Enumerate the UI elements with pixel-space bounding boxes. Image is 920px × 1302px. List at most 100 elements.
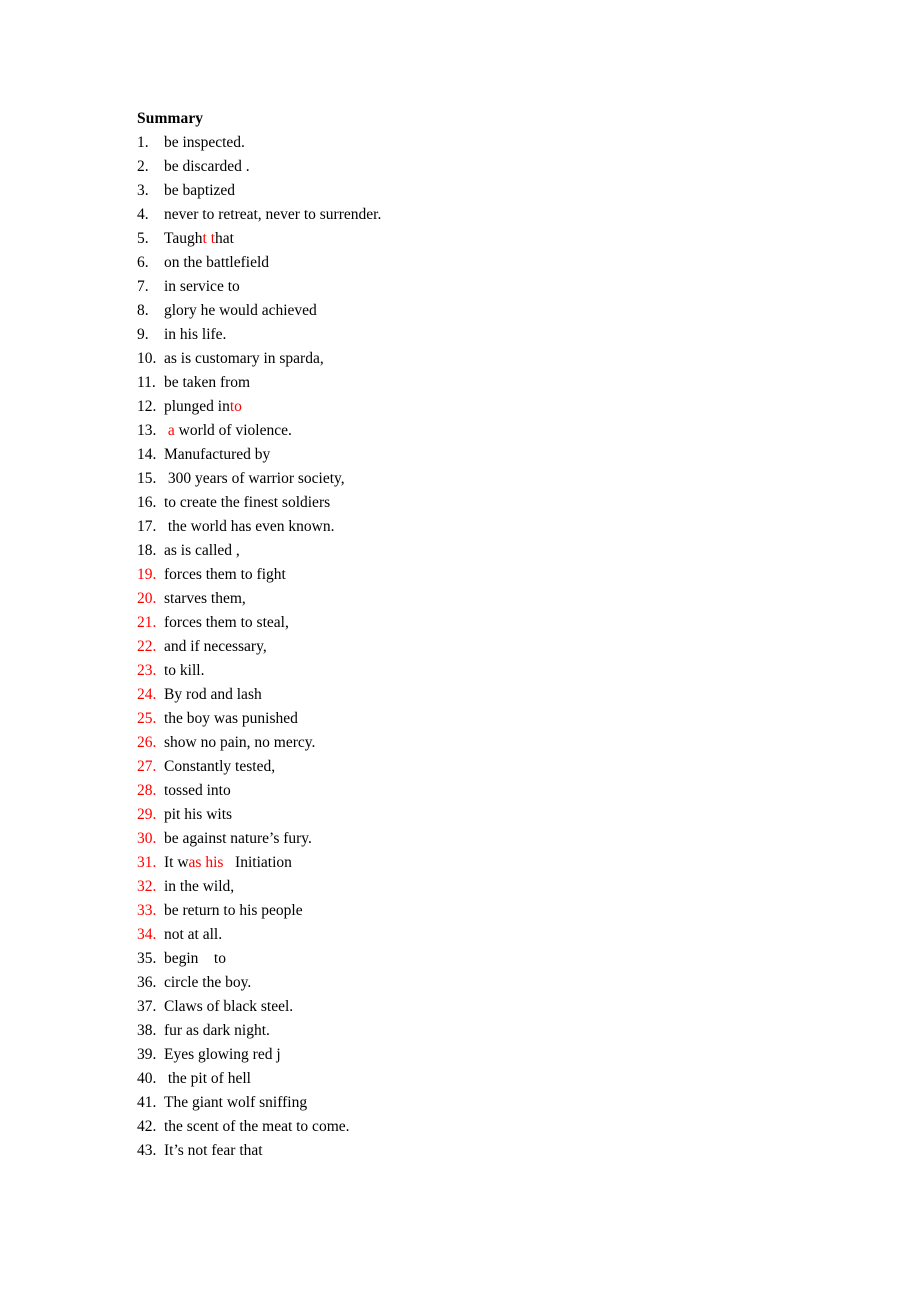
text-run: forces them to fight bbox=[164, 566, 286, 583]
text-run: the scent of the meat to come. bbox=[164, 1118, 350, 1135]
text-run: the boy was punished bbox=[164, 710, 298, 727]
list-item-text: be against nature’s fury. bbox=[164, 830, 312, 847]
list-item-text: the scent of the meat to come. bbox=[164, 1118, 350, 1135]
text-run: forces them to steal, bbox=[164, 614, 289, 631]
list-item-number: 22. bbox=[137, 638, 157, 655]
list-item: 18. as is called , bbox=[137, 539, 837, 563]
list-item: 28. tossed into bbox=[137, 779, 837, 803]
list-item: 21. forces them to steal, bbox=[137, 611, 837, 635]
text-run: be return to his people bbox=[164, 902, 303, 919]
list-item-number: 25. bbox=[137, 710, 157, 727]
list-item-number: 2. bbox=[137, 158, 149, 175]
list-item-number: 10. bbox=[137, 350, 157, 367]
list-item-number: 28. bbox=[137, 782, 157, 799]
document-body: Summary 1. be inspected. 2. be discarded . 3… bbox=[137, 107, 837, 1163]
text-run: as is customary in sparda, bbox=[164, 350, 324, 367]
list-item: 8. glory he would achieved bbox=[137, 299, 837, 323]
list-item-number: 3. bbox=[137, 182, 149, 199]
list-item: 1. be inspected. bbox=[137, 131, 837, 155]
list-item-text: Constantly tested, bbox=[164, 758, 275, 775]
list-item-number: 23. bbox=[137, 662, 157, 679]
summary-list: 1. be inspected. 2. be discarded . 3. be bapt… bbox=[137, 131, 837, 1163]
text-run: never to retreat, never to surrender. bbox=[164, 206, 382, 223]
list-item-text: in his life. bbox=[164, 326, 226, 343]
list-item: 39. Eyes glowing red j bbox=[137, 1043, 837, 1067]
list-item-number: 17. bbox=[137, 518, 157, 535]
list-item-text: forces them to steal, bbox=[164, 614, 289, 631]
list-item-number: 20. bbox=[137, 590, 157, 607]
list-item: 19. forces them to fight bbox=[137, 563, 837, 587]
list-item-number: 11. bbox=[137, 374, 156, 391]
text-run: in service to bbox=[164, 278, 240, 295]
text-run: on the battlefield bbox=[164, 254, 270, 271]
text-run: be against nature’s fury. bbox=[164, 830, 312, 847]
list-item-text: Taught that bbox=[164, 230, 234, 247]
list-item-number: 9. bbox=[137, 326, 149, 343]
list-item-number: 19. bbox=[137, 566, 157, 583]
list-item-number: 18. bbox=[137, 542, 157, 559]
list-item-number: 36. bbox=[137, 974, 157, 991]
list-item-number: 37. bbox=[137, 998, 157, 1015]
list-item-text: plunged into bbox=[164, 398, 242, 415]
list-item-text: forces them to fight bbox=[164, 566, 286, 583]
text-run: Eyes glowing red j bbox=[164, 1046, 281, 1063]
text-run: pit his wits bbox=[164, 806, 233, 823]
list-item: 34. not at all. bbox=[137, 923, 837, 947]
list-item: 33. be return to his people bbox=[137, 899, 837, 923]
list-item: 2. be discarded . bbox=[137, 155, 837, 179]
list-item-text: be taken from bbox=[164, 374, 250, 391]
text-run: t t bbox=[202, 230, 216, 247]
list-item-number: 27. bbox=[137, 758, 157, 775]
list-item-number: 32. bbox=[137, 878, 157, 895]
list-item-number: 40. bbox=[137, 1070, 157, 1087]
list-item-number: 12. bbox=[137, 398, 157, 415]
list-item-text: the pit of hell bbox=[164, 1070, 251, 1087]
list-item: 22. and if necessary, bbox=[137, 635, 837, 659]
list-item-number: 30. bbox=[137, 830, 157, 847]
list-item-text: a world of violence. bbox=[164, 422, 292, 439]
text-run: circle the boy. bbox=[164, 974, 252, 991]
text-run: a bbox=[164, 422, 175, 439]
list-item-text: be return to his people bbox=[164, 902, 303, 919]
list-item: 38. fur as dark night. bbox=[137, 1019, 837, 1043]
text-run: show no pain, no mercy. bbox=[164, 734, 316, 751]
list-item-number: 14. bbox=[137, 446, 157, 463]
text-run: in his life. bbox=[164, 326, 227, 343]
text-run: plunged in bbox=[164, 398, 230, 415]
text-run: in the wild, bbox=[164, 878, 235, 895]
list-item: 7. in service to bbox=[137, 275, 837, 299]
document-page: Summary 1. be inspected. 2. be discarded . 3… bbox=[0, 0, 920, 1302]
list-item-text: and if necessary, bbox=[164, 638, 267, 655]
list-item: 5. Taught that bbox=[137, 227, 837, 251]
list-item-number: 4. bbox=[137, 206, 149, 223]
list-item: 43. It’s not fear that bbox=[137, 1139, 837, 1163]
list-item: 3. be baptized bbox=[137, 179, 837, 203]
list-item: 14. Manufactured by bbox=[137, 443, 837, 467]
list-item-number: 29. bbox=[137, 806, 157, 823]
text-run: to kill. bbox=[164, 662, 205, 679]
list-item: 41. The giant wolf sniffing bbox=[137, 1091, 837, 1115]
list-item: 32. in the wild, bbox=[137, 875, 837, 899]
list-item-text: tossed into bbox=[164, 782, 231, 799]
text-run: hat bbox=[215, 230, 234, 247]
list-item-text: the boy was punished bbox=[164, 710, 298, 727]
text-run: as his bbox=[188, 854, 224, 871]
text-run: be baptized bbox=[164, 182, 236, 199]
list-item-text: be baptized bbox=[164, 182, 235, 199]
list-item-text: show no pain, no mercy. bbox=[164, 734, 315, 751]
text-run: begin to bbox=[164, 950, 226, 967]
text-run: It’s not fear that bbox=[164, 1142, 263, 1159]
list-item: 16. to create the finest soldiers bbox=[137, 491, 837, 515]
list-item-text: be discarded . bbox=[164, 158, 250, 175]
list-item-text: on the battlefield bbox=[164, 254, 269, 271]
list-item-text: It was his Initiation bbox=[164, 854, 292, 871]
list-item-text: to kill. bbox=[164, 662, 204, 679]
list-item: 27. Constantly tested, bbox=[137, 755, 837, 779]
text-run: It w bbox=[164, 854, 189, 871]
list-item-number: 7. bbox=[137, 278, 149, 295]
list-item-text: in the wild, bbox=[164, 878, 234, 895]
text-run: not at all. bbox=[164, 926, 223, 943]
list-item: 4. never to retreat, never to surrender. bbox=[137, 203, 837, 227]
text-run: to create the finest soldiers bbox=[164, 494, 331, 511]
text-run: to bbox=[229, 398, 242, 415]
